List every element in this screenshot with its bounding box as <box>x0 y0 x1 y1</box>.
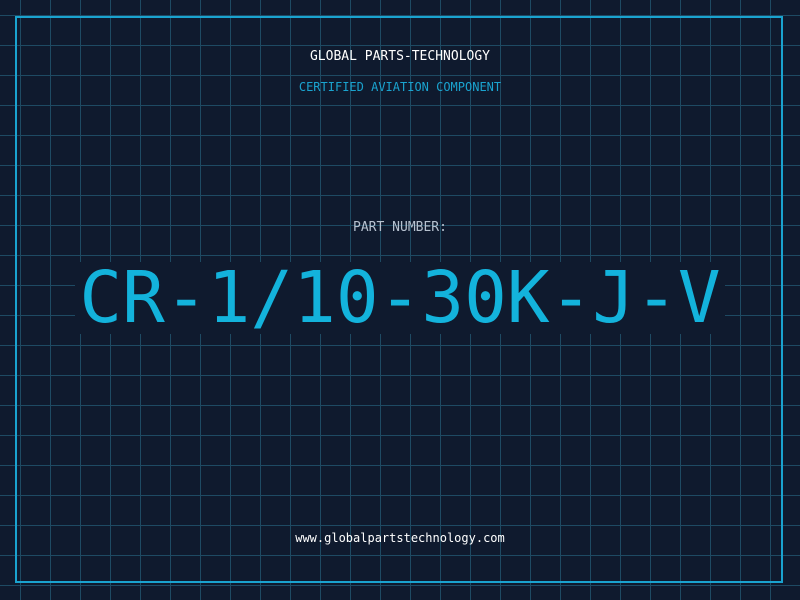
website-link[interactable]: www.globalpartstechnology.com <box>0 531 800 545</box>
part-number-value: CR-1/10-30K-J-V <box>75 262 725 334</box>
certification-subtitle: CERTIFIED AVIATION COMPONENT <box>298 80 502 94</box>
part-number-label: PART NUMBER: <box>353 220 447 235</box>
company-name: GLOBAL PARTS-TECHNOLOGY <box>309 49 490 64</box>
part-number-container: CR-1/10-30K-J-V <box>0 262 800 334</box>
